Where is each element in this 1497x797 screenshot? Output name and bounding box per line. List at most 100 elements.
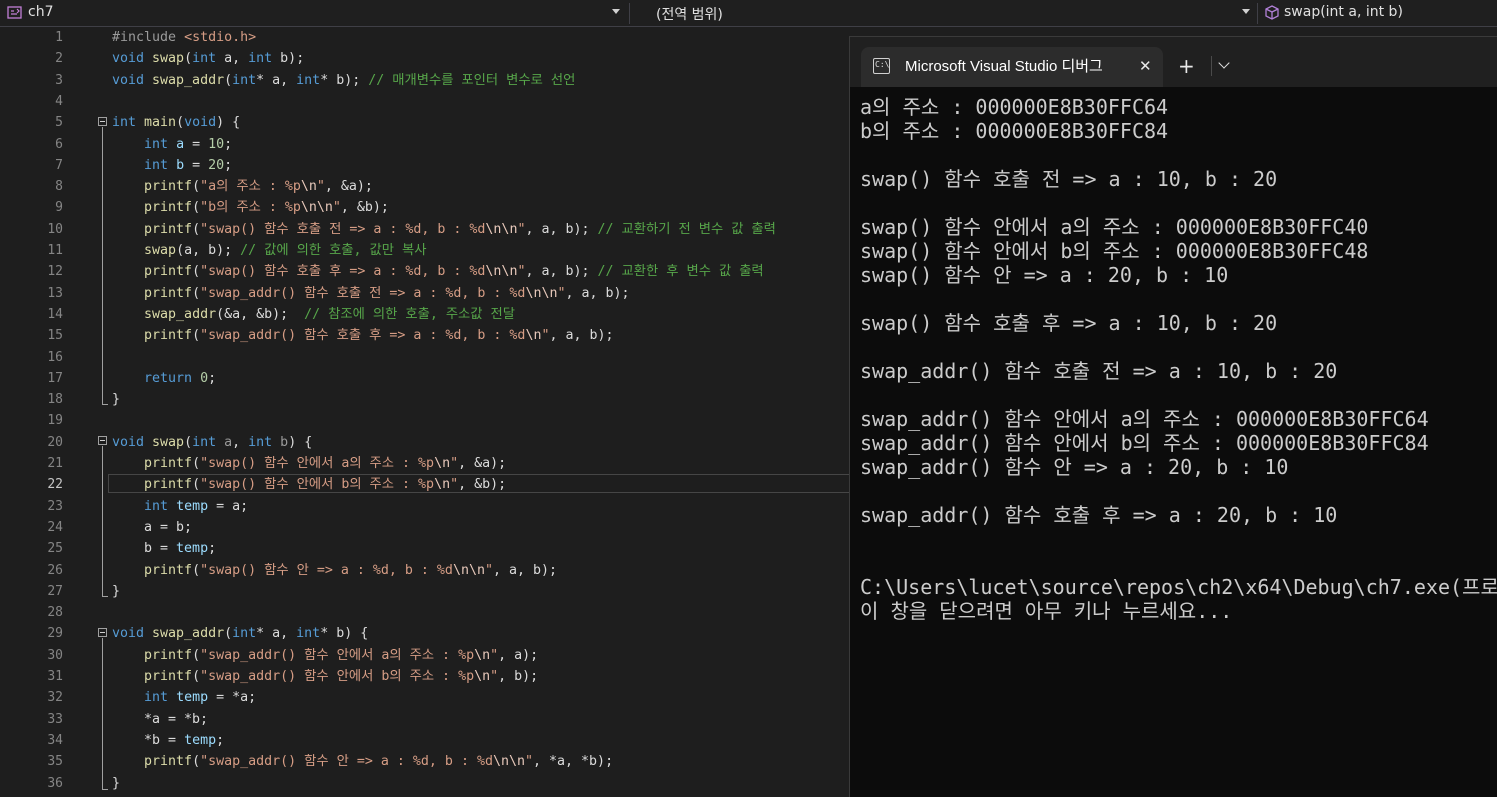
code-token: ( xyxy=(224,626,233,642)
line-number: 15 xyxy=(47,328,63,344)
code-text: void swap(int a, int b); xyxy=(112,48,304,69)
code-token: a xyxy=(216,434,233,450)
collapse-swap-button[interactable] xyxy=(98,436,107,445)
line-number: 16 xyxy=(47,349,63,365)
code-text: return 0; xyxy=(112,368,216,389)
line-number: 17 xyxy=(47,370,63,386)
code-token: int xyxy=(248,51,273,67)
code-token: return xyxy=(144,370,201,386)
code-token: \n xyxy=(525,328,542,344)
line-number: 21 xyxy=(47,456,63,471)
member-dropdown[interactable]: swap(int a, int b) xyxy=(1258,0,1497,26)
code-token: printf xyxy=(144,264,193,280)
code-token: ( xyxy=(192,647,201,663)
line-number: 31 xyxy=(47,669,63,684)
code-token: printf xyxy=(144,179,193,195)
line-number: 24 xyxy=(47,519,63,535)
project-icon xyxy=(7,6,22,19)
code-token: (&a, &b); xyxy=(216,306,305,322)
fold-guide-end xyxy=(102,789,108,790)
code-text: #include <stdio.h> xyxy=(112,27,256,48)
code-token: ; xyxy=(224,157,233,173)
console-output-line: swap_addr() 함수 안에서 a의 주소 : 000000E8B30FF… xyxy=(860,407,1429,431)
code-token: int xyxy=(192,51,217,67)
code-token: printf xyxy=(144,647,193,663)
code-text: printf("swap_addr() 함수 안에서 a의 주소 : %p\n"… xyxy=(112,645,538,666)
code-token: , xyxy=(232,434,249,450)
code-token: int xyxy=(144,136,177,152)
console-output-line: swap_addr() 함수 호출 전 => a : 10, b : 20 xyxy=(860,359,1338,383)
code-token: printf xyxy=(144,669,193,684)
code-token: printf xyxy=(144,456,193,471)
divider xyxy=(1211,56,1212,76)
code-token: ( xyxy=(192,477,201,493)
chevron-down-icon[interactable] xyxy=(1218,57,1230,69)
code-text: printf("a의 주소 : %p\n", &a); xyxy=(112,176,373,197)
code-token: } xyxy=(112,583,121,599)
collapse-swap-addr-button[interactable] xyxy=(98,628,107,637)
code-token: , &b); xyxy=(458,477,507,493)
code-token: "swap() 함수 안에서 b의 주소 : %p xyxy=(200,477,435,493)
code-token: swap xyxy=(144,243,177,258)
code-token: ; xyxy=(224,136,233,152)
code-text: swap(a, b); // 값에 의한 호출, 값만 복사 xyxy=(112,240,426,261)
code-token: int xyxy=(144,690,177,706)
code-token: swap xyxy=(152,434,185,450)
code-token: b); xyxy=(272,51,305,67)
code-token: int xyxy=(192,434,217,450)
code-token: \n xyxy=(474,669,491,684)
line-number: 6 xyxy=(55,136,63,152)
console-titlebar: C:\ Microsoft Visual Studio 디버그 ✕ + xyxy=(850,37,1497,87)
code-token: "b의 주소 : %p xyxy=(200,200,301,216)
chevron-down-icon xyxy=(612,9,620,14)
code-token: "swap_addr() 함수 호출 후 => a : %d, b : %d xyxy=(200,328,526,344)
line-number: 2 xyxy=(55,51,63,67)
code-token: * b); xyxy=(320,72,369,88)
debug-console-window[interactable]: C:\ Microsoft Visual Studio 디버그 ✕ + a의 주… xyxy=(849,36,1497,797)
code-token: void xyxy=(112,72,153,88)
code-token: printf xyxy=(144,477,193,493)
code-token: b xyxy=(272,434,289,450)
code-token: a = b; xyxy=(112,519,193,535)
line-number: 18 xyxy=(47,392,63,408)
line-number: 12 xyxy=(47,264,63,280)
collapse-main-button[interactable] xyxy=(98,117,107,126)
code-token: "swap_addr() 함수 안에서 b의 주소 : %p xyxy=(200,669,475,684)
line-number: 28 xyxy=(47,605,63,621)
code-token: int xyxy=(144,157,177,173)
code-token: " xyxy=(316,179,325,195)
console-tab[interactable]: C:\ Microsoft Visual Studio 디버그 ✕ xyxy=(861,47,1163,87)
console-output[interactable]: a의 주소 : 000000E8B30FFC64 b의 주소 : 000000E8… xyxy=(860,95,1497,795)
new-tab-button[interactable]: + xyxy=(1178,55,1195,77)
code-token: b = xyxy=(112,541,177,557)
code-token: // 매개변수를 포인터 변수로 선언 xyxy=(368,72,576,88)
code-text: *a = *b; xyxy=(112,709,208,730)
code-token: int xyxy=(296,626,321,642)
code-text: b = temp; xyxy=(112,538,216,559)
scope-name: (전역 범위) xyxy=(656,7,723,23)
code-token: swap xyxy=(152,51,185,67)
code-token: ( xyxy=(192,562,201,578)
code-token: * b) { xyxy=(320,626,369,642)
code-token: \n xyxy=(474,647,491,663)
code-token: \n xyxy=(434,477,451,493)
scope-dropdown[interactable]: (전역 범위) xyxy=(630,0,1256,26)
code-text: a = b; xyxy=(112,517,192,538)
code-token: ( xyxy=(192,456,201,471)
code-token: ( xyxy=(184,434,193,450)
code-token: " xyxy=(332,200,341,216)
code-token: , &a); xyxy=(458,456,507,471)
project-dropdown[interactable]: ch7 xyxy=(0,0,626,26)
close-icon[interactable]: ✕ xyxy=(1139,57,1152,75)
code-token: int xyxy=(232,72,257,88)
code-token: ( xyxy=(192,221,201,237)
code-token: ( xyxy=(192,754,201,770)
code-token: ) { xyxy=(216,115,241,131)
